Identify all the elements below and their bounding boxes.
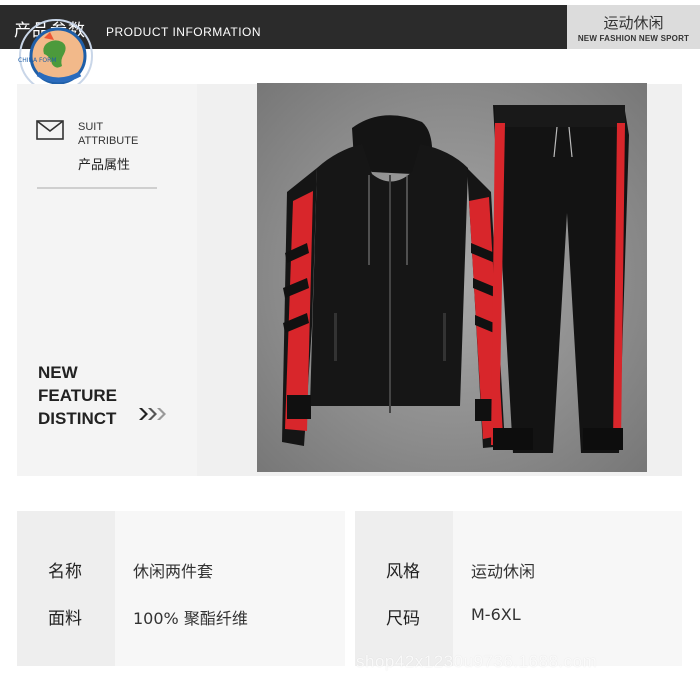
spec-label-column <box>355 511 453 666</box>
logo-text: CHINA FORM <box>18 57 57 64</box>
double-chevron-right-icon <box>139 408 166 420</box>
tracksuit-image <box>257 83 647 472</box>
feature-line: FEATURE <box>38 386 118 405</box>
spec-value-size: M-6XL <box>471 605 521 624</box>
globe-logo: CHINA FORM <box>18 19 93 93</box>
attribute-cn-label: 产品属性 <box>78 158 131 173</box>
spec-value-name: 休闲两件套 <box>133 562 214 581</box>
header-tag-subtitle: NEW FASHION NEW SPORT <box>577 34 690 43</box>
shop-watermark: shop42x1230u9736.1688.com <box>356 652 598 671</box>
feature-heading: NEW FEATURE DISTINCT <box>38 361 117 430</box>
header-bar: 产品参数 PRODUCT INFORMATION 运动休闲 NEW FASHIO… <box>0 5 700 49</box>
pants-graphic <box>491 105 629 453</box>
jacket-graphic <box>282 115 505 448</box>
feature-line: DISTINCT <box>38 409 117 428</box>
spec-label-fabric: 面料 <box>48 609 82 629</box>
spec-label-name: 名称 <box>48 562 82 582</box>
spec-label-size: 尺码 <box>386 609 420 629</box>
spec-value-style: 运动休闲 <box>471 562 536 581</box>
feature-line: NEW <box>38 363 78 382</box>
spec-value-column <box>453 511 682 666</box>
header-tag: 运动休闲 NEW FASHION NEW SPORT <box>567 5 700 49</box>
spec-label-column <box>17 511 115 666</box>
suit-label: SUIT <box>78 121 104 133</box>
spec-label-style: 风格 <box>386 562 420 582</box>
suit-attribute-label: SUIT ATTRIBUTE <box>78 120 138 148</box>
header-subtitle: PRODUCT INFORMATION <box>106 25 262 39</box>
spec-value-fabric: 100% 聚酯纤维 <box>133 609 248 628</box>
divider <box>37 187 157 189</box>
envelope-icon <box>36 120 64 140</box>
spec-value-column <box>115 511 345 666</box>
header-tag-title: 运动休闲 <box>603 14 664 32</box>
attribute-label: ATTRIBUTE <box>78 135 139 147</box>
